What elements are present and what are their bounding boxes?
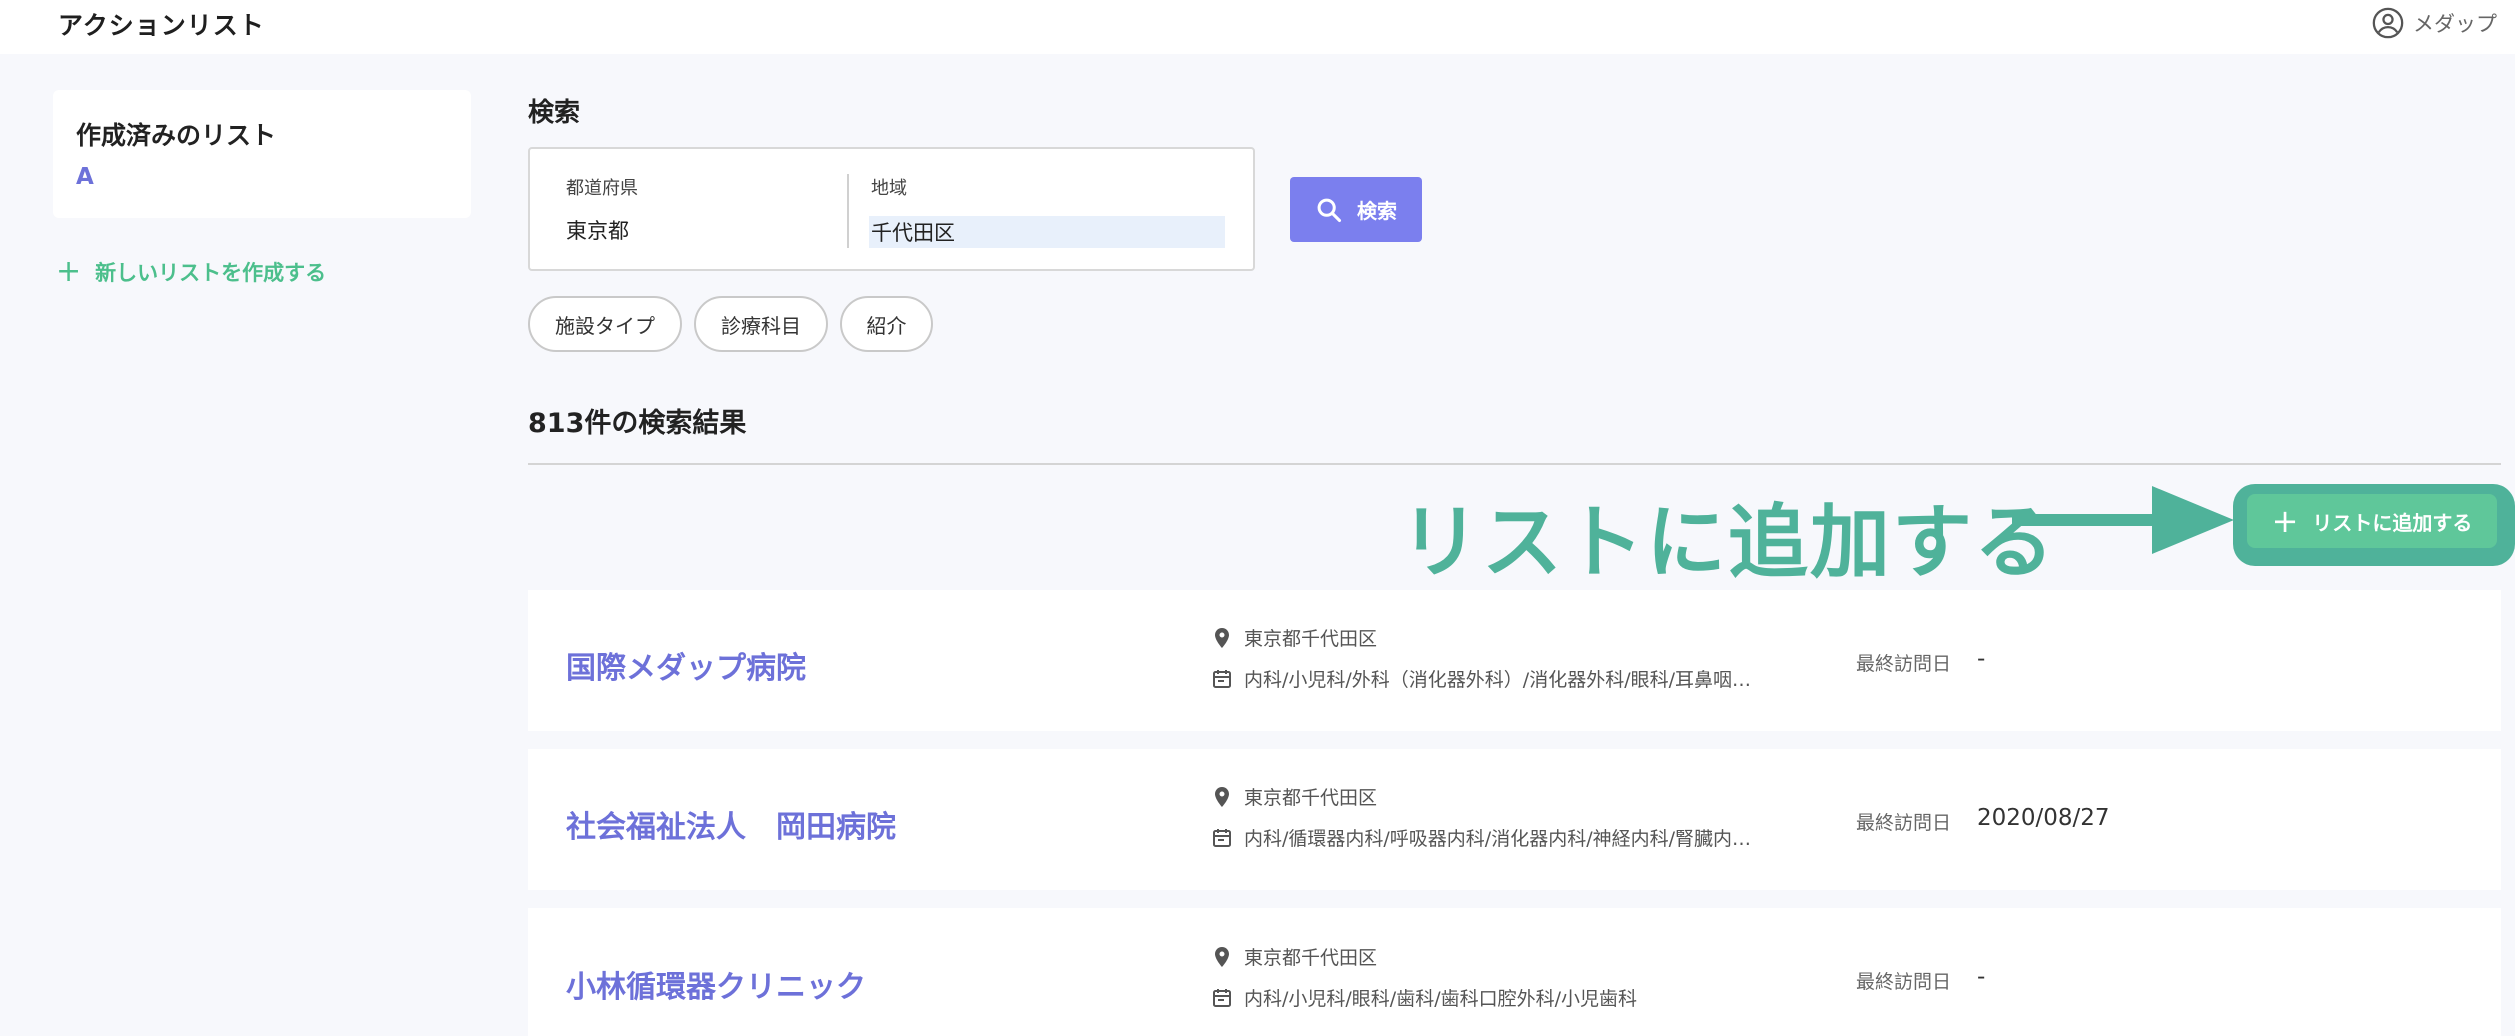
departments-row: 内科/循環器内科/呼吸器内科/消化器内科/神経内科/腎臓内… bbox=[1210, 824, 1751, 851]
departments-row: 内科/小児科/外科（消化器外科）/消化器外科/眼科/耳鼻咽… bbox=[1210, 665, 1751, 692]
result-count: 813件の検索結果 bbox=[528, 408, 747, 439]
result-card[interactable]: 国際メダップ病院 東京都千代田区 内科/小児科/外科（消化器外科）/消化器外科/… bbox=[528, 590, 2501, 731]
address-row: 東京都千代田区 bbox=[1210, 783, 1377, 810]
last-visit-label: 最終訪問日 bbox=[1856, 653, 1952, 675]
departments-text: 内科/小児科/外科（消化器外科）/消化器外科/眼科/耳鼻咽… bbox=[1244, 669, 1752, 691]
last-visit-label: 最終訪問日 bbox=[1856, 971, 1952, 993]
calendar-icon bbox=[1213, 828, 1231, 847]
divider bbox=[528, 463, 2501, 465]
add-to-list-label: リストに追加する bbox=[2312, 510, 2473, 535]
region-input[interactable] bbox=[869, 216, 1225, 248]
last-visit-value: - bbox=[1977, 646, 1986, 672]
address-text: 東京都千代田区 bbox=[1244, 787, 1378, 809]
last-visit-label: 最終訪問日 bbox=[1856, 812, 1952, 834]
saved-lists-title: 作成済みのリスト bbox=[76, 121, 277, 150]
saved-list-item[interactable]: A bbox=[76, 164, 94, 190]
annotation-arrow-icon bbox=[2012, 486, 2234, 554]
address-text: 東京都千代田区 bbox=[1244, 628, 1378, 650]
last-visit-value: 2020/08/27 bbox=[1977, 805, 2110, 831]
result-card[interactable]: 社会福祉法人 岡田病院 東京都千代田区 内科/循環器内科/呼吸器内科/消化器内科… bbox=[528, 749, 2501, 890]
new-list-label: 新しいリストを作成する bbox=[95, 261, 327, 285]
facility-type-filter[interactable]: 施設タイプ bbox=[528, 296, 682, 352]
user-avatar-icon bbox=[2372, 7, 2404, 39]
app-title: アクションリスト bbox=[58, 11, 265, 40]
search-button[interactable]: 検索 bbox=[1290, 177, 1422, 242]
facility-name[interactable]: 国際メダップ病院 bbox=[566, 643, 806, 687]
prefecture-label: 都道府県 bbox=[566, 178, 638, 199]
top-bar: アクションリスト メダップ bbox=[0, 0, 2515, 54]
plus-icon: + bbox=[56, 254, 82, 289]
address-text: 東京都千代田区 bbox=[1244, 947, 1378, 969]
search-heading: 検索 bbox=[528, 98, 581, 128]
location-pin-icon bbox=[1215, 786, 1229, 807]
user-name: メダップ bbox=[2413, 12, 2497, 36]
search-box: 都道府県 東京都 地域 bbox=[528, 147, 1255, 271]
new-list-link[interactable]: + 新しいリストを作成する bbox=[56, 257, 326, 287]
result-card[interactable]: 小林循環器クリニック 東京都千代田区 内科/小児科/眼科/歯科/歯科口腔外科/小… bbox=[528, 908, 2501, 1036]
location-pin-icon bbox=[1215, 946, 1229, 967]
referral-filter[interactable]: 紹介 bbox=[840, 296, 933, 352]
location-pin-icon bbox=[1215, 627, 1229, 648]
prefecture-select[interactable]: 東京都 bbox=[566, 215, 629, 245]
region-label: 地域 bbox=[871, 178, 907, 199]
field-divider bbox=[847, 174, 849, 248]
calendar-icon bbox=[1213, 988, 1231, 1007]
departments-text: 内科/循環器内科/呼吸器内科/消化器内科/神経内科/腎臓内… bbox=[1244, 828, 1752, 850]
search-button-label: 検索 bbox=[1357, 199, 1397, 223]
last-visit-value: - bbox=[1977, 964, 1986, 990]
annotation-text: リストに追加する bbox=[1400, 496, 2056, 589]
address-row: 東京都千代田区 bbox=[1210, 624, 1377, 651]
facility-name[interactable]: 小林循環器クリニック bbox=[566, 962, 866, 1006]
saved-lists-card: 作成済みのリスト A bbox=[53, 90, 471, 218]
department-filter[interactable]: 診療科目 bbox=[694, 296, 828, 352]
search-icon bbox=[1317, 198, 1342, 222]
add-to-list-button[interactable]: + リストに追加する bbox=[2247, 494, 2497, 548]
departments-row: 内科/小児科/眼科/歯科/歯科口腔外科/小児歯科 bbox=[1210, 984, 1637, 1011]
calendar-icon bbox=[1213, 669, 1231, 688]
user-menu[interactable]: メダップ bbox=[2371, 6, 2497, 40]
departments-text: 内科/小児科/眼科/歯科/歯科口腔外科/小児歯科 bbox=[1244, 988, 1638, 1010]
plus-icon: + bbox=[2271, 502, 2299, 540]
facility-name[interactable]: 社会福祉法人 岡田病院 bbox=[566, 802, 896, 846]
address-row: 東京都千代田区 bbox=[1210, 943, 1377, 970]
